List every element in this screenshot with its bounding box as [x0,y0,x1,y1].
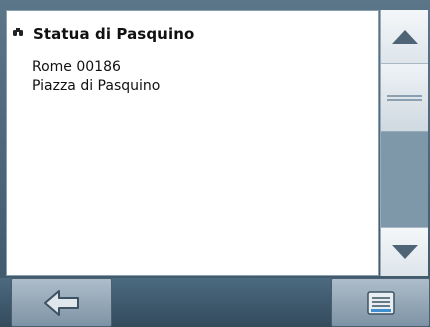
poi-info-panel: Statua di Pasquino Rome 00186 Piazza di … [6,10,379,276]
poi-address-street: Piazza di Pasquino [32,78,161,94]
binoculars-icon [13,21,27,36]
menu-icon [366,290,395,315]
scrollbar[interactable] [380,10,428,276]
scroll-down-button[interactable] [381,227,428,276]
scroll-thumb-grip [387,95,422,101]
menu-button[interactable] [331,278,430,327]
scroll-up-button[interactable] [381,10,428,64]
arrow-down-icon [391,245,418,259]
poi-name: Statua di Pasquino [33,25,195,43]
bottom-toolbar [0,278,430,327]
arrow-up-icon [391,29,418,44]
poi-header: Statua di Pasquino [13,21,194,47]
back-button[interactable] [11,278,112,327]
scroll-thumb[interactable] [381,64,428,132]
poi-address-city: Rome 00186 [32,59,121,75]
navigation-screen: Statua di Pasquino Rome 00186 Piazza di … [0,0,430,327]
scroll-track[interactable] [381,64,428,227]
back-arrow-icon [43,289,79,316]
